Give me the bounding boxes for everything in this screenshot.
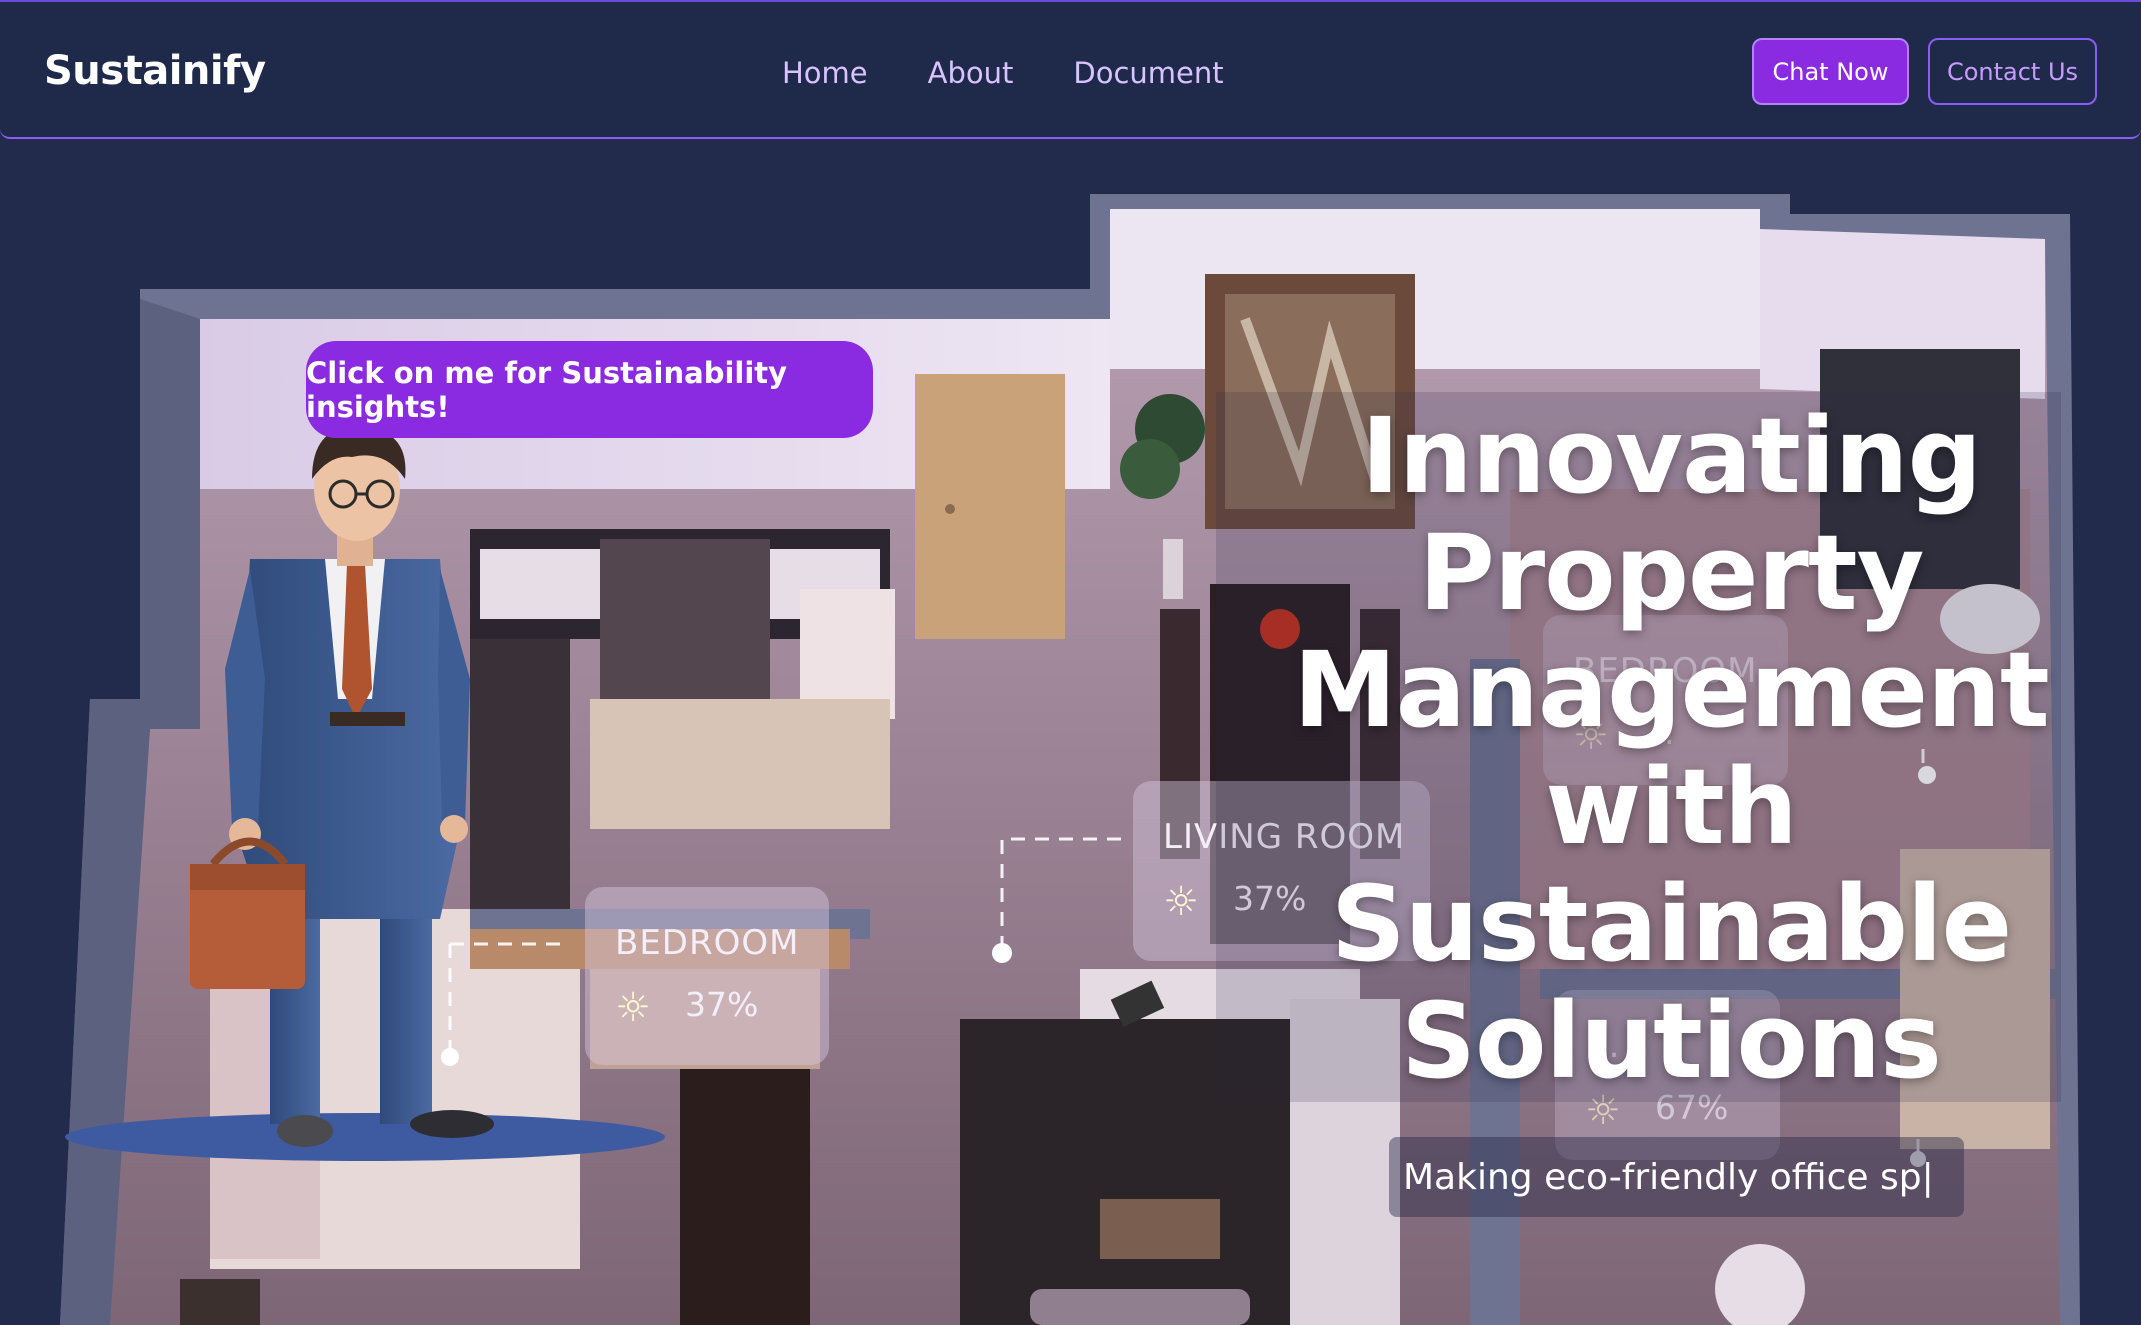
nav-links: Home About Document [782, 56, 1224, 90]
brand-logo[interactable]: Sustainify [44, 48, 266, 94]
headline-line: Sustainable [1330, 863, 2012, 985]
sun-icon: ☼ [615, 985, 651, 1031]
headline-line: Innovating [1360, 395, 1982, 517]
nav-link-document[interactable]: Document [1073, 56, 1223, 90]
headline-line: Management [1293, 629, 2050, 751]
headline-line: Property [1418, 512, 1925, 634]
sun-icon: ☼ [1163, 879, 1199, 925]
assistant-speech-bubble[interactable]: Click on me for Sustainability insights! [306, 341, 873, 438]
nav-link-about[interactable]: About [928, 56, 1014, 90]
hero-subheadline: Making eco-friendly office sp| [1389, 1137, 1964, 1217]
headline-line: Solutions [1401, 980, 1942, 1102]
contact-us-button[interactable]: Contact Us [1928, 38, 2097, 105]
hero-headline: Innovating Property Management with Sust… [1216, 398, 2126, 1100]
nav-link-home[interactable]: Home [782, 56, 868, 90]
room-card-bedroom[interactable]: BEDROOM ☼ 37% [585, 887, 829, 1065]
chat-now-button[interactable]: Chat Now [1752, 38, 1909, 105]
headline-line: with [1545, 746, 1797, 868]
room-card-value: 37% [685, 985, 759, 1024]
top-navbar: Sustainify Home About Document Chat Now … [0, 0, 2141, 139]
room-card-label: BEDROOM [615, 923, 800, 963]
